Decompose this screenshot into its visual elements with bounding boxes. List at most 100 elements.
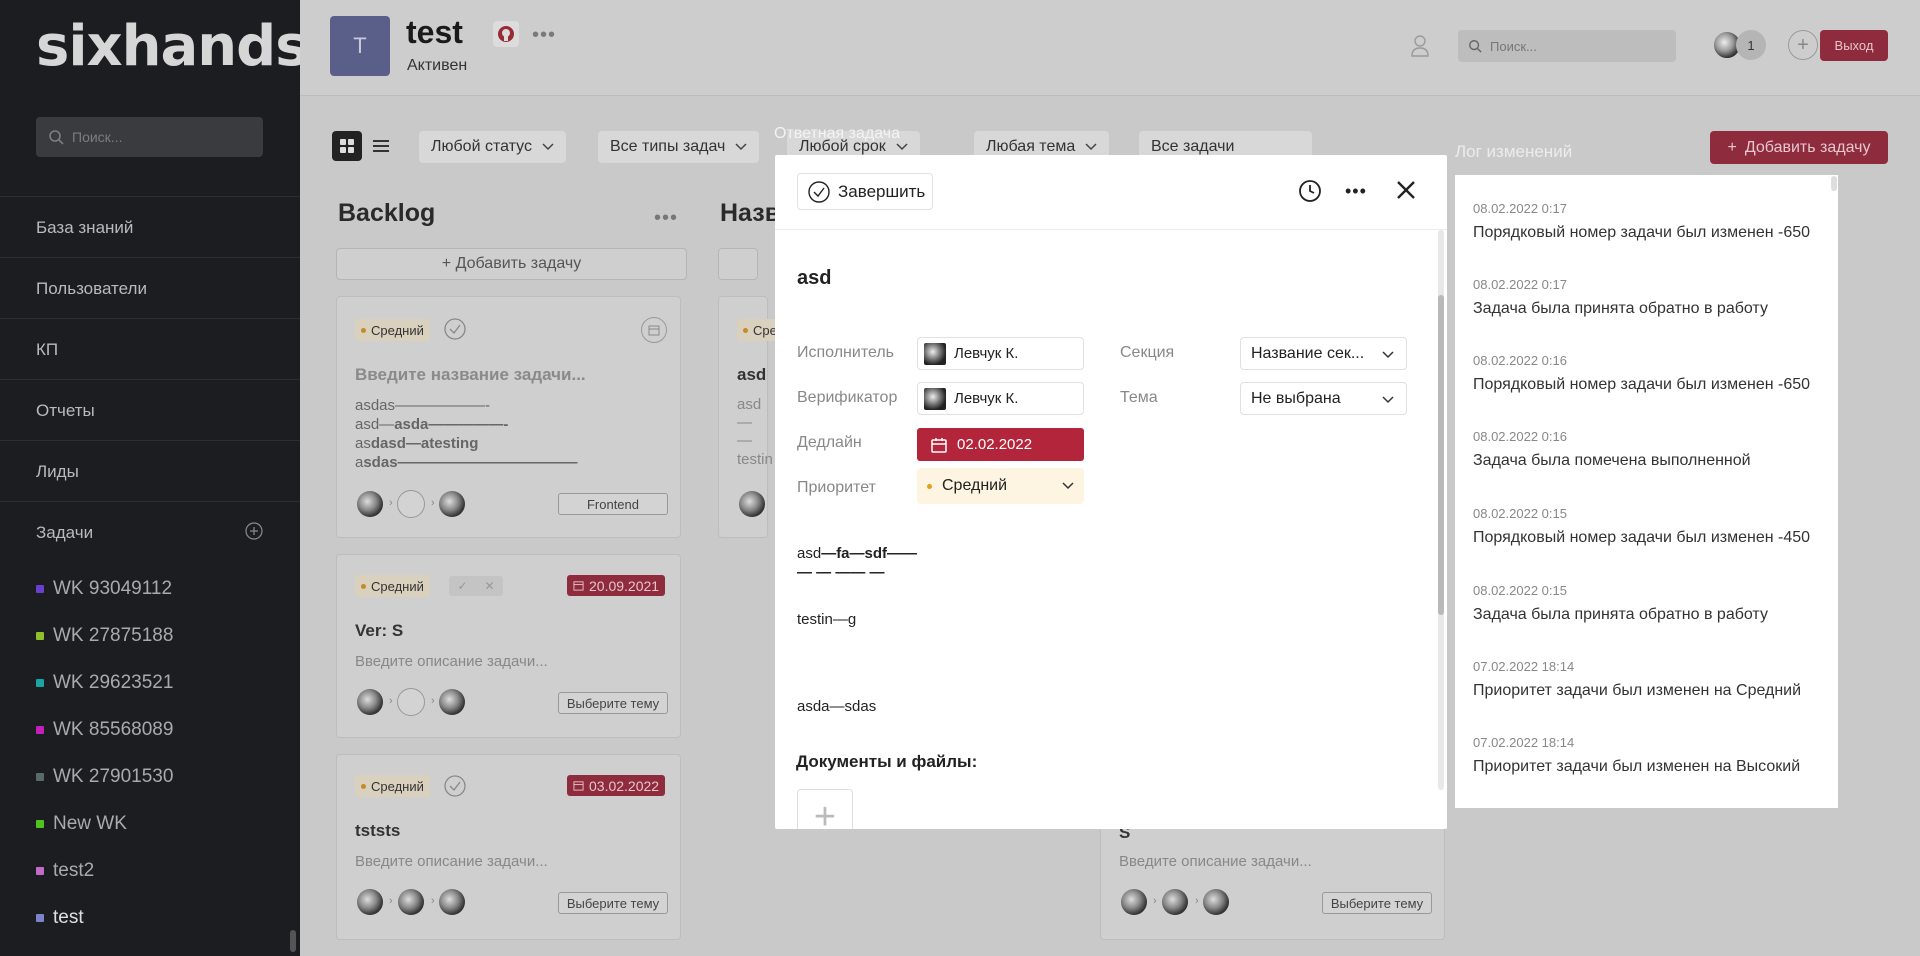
column-title: Backlog [338,199,436,227]
project-item[interactable]: New WK [36,813,127,835]
executor-select[interactable]: Левчук К. [917,337,1084,370]
close-icon[interactable] [1395,179,1417,201]
chevron-right-icon: › [431,497,435,509]
section-select[interactable]: Название сек... [1240,337,1407,370]
project-item[interactable]: WK 27875188 [36,625,173,647]
check-circle-icon[interactable] [444,318,466,340]
description-line: — — [737,414,752,449]
log-text: Приоритет задачи был изменен на Средний [1473,682,1802,699]
history-icon[interactable] [1298,179,1322,203]
project-item[interactable]: WK 93049112 [36,578,172,600]
task-card[interactable]: Средний Введите название задачи... asdas… [336,296,681,538]
log-scrollbar[interactable] [1831,176,1837,191]
theme-tag[interactable]: Выберите тему [558,892,668,914]
task-type-filter[interactable]: Все типы задач [598,131,760,163]
sidebar-item-reports[interactable]: Отчеты [36,401,95,421]
chevron-right-icon: › [431,695,435,707]
more-icon[interactable]: ••• [532,24,556,47]
priority-select[interactable]: Средний [917,468,1084,504]
log-text: Порядковый номер задачи был изменен -650 [1473,224,1811,241]
theme-tag[interactable]: Frontend [558,493,668,515]
logout-button[interactable]: Выход [1820,30,1888,61]
verify-actions[interactable]: ✓ ✕ [449,576,503,596]
description-line: asdasd—atesting [355,434,578,453]
add-project-icon[interactable] [245,522,263,540]
more-icon[interactable]: ••• [1345,181,1367,202]
deadline-label: Дедлайн [797,434,862,451]
sidebar-scrollbar[interactable] [290,930,296,952]
sidebar-search-input[interactable]: Поиск... [36,117,263,157]
description-line[interactable]: asda—sdas [797,698,876,715]
priority-dot [361,583,366,589]
avatar [439,491,465,517]
priority-label: Сре [753,322,777,338]
description-line[interactable]: asd—fa—sdf—— [797,545,917,562]
log-entry: 08.02.2022 0:16 Задача была помечена выпо… [1473,429,1751,470]
project-item[interactable]: WK 29623521 [36,672,173,694]
deadline-picker[interactable]: 02.02.2022 [917,428,1084,461]
modal-header: Завершить ••• [775,155,1447,230]
project-color-square [36,867,44,875]
sidebar-item-kp[interactable]: КП [36,340,58,360]
calendar-button[interactable] [641,317,667,343]
github-button[interactable] [493,21,519,47]
close-icon[interactable]: ✕ [484,579,494,593]
sidebar-item-users[interactable]: Пользователи [36,279,147,299]
chevron-right-icon: › [1153,895,1157,907]
project-name: test2 [53,860,95,881]
list-view-button[interactable] [366,131,396,161]
logo[interactable]: sixhands [36,14,309,79]
log-entry: 08.02.2022 0:17 Задача была принята обрат… [1473,277,1768,318]
column-add-task-button[interactable] [718,248,758,280]
sidebar-item-leads[interactable]: Лиды [36,462,79,482]
task-card[interactable]: Сре asd asd — — testin [718,296,783,538]
check-circle-icon [808,180,830,203]
add-file-button[interactable]: + [797,789,853,829]
divider [0,440,300,441]
theme-select[interactable]: Не выбрана [1240,382,1407,415]
avatar [924,342,946,365]
more-icon[interactable]: ••• [654,207,678,230]
divider [0,318,300,319]
description-line[interactable]: testin—g [797,611,856,628]
project-item-active[interactable]: test [36,907,84,929]
task-card[interactable]: Средний ✓ ✕ 20.09.2021 Ver: S Введите опи… [336,554,681,738]
column-add-task-button[interactable]: + Добавить задачу [336,248,687,280]
check-circle-icon[interactable] [444,775,466,797]
priority-badge: Средний [355,319,430,341]
grid-view-button[interactable] [332,131,362,161]
priority-dot [361,327,366,333]
chevron-down-icon [1382,396,1394,404]
log-date: 08.02.2022 0:16 [1473,353,1567,368]
check-icon[interactable]: ✓ [457,579,467,593]
status-filter[interactable]: Любой статус [419,131,566,163]
project-members[interactable]: 1 [1712,30,1766,60]
empty-avatar[interactable] [397,688,425,716]
project-item[interactable]: WK 27901530 [36,766,173,788]
avatar [357,889,383,915]
header-search-input[interactable]: Поиск... [1458,30,1676,62]
project-item[interactable]: WK 85568089 [36,719,173,741]
sidebar-item-knowledge-base[interactable]: База знаний [36,218,133,238]
verifier-select[interactable]: Левчук К. [917,382,1084,415]
description-line[interactable]: — — —— — [797,564,885,581]
log-date: 07.02.2022 18:14 [1473,659,1575,674]
task-card[interactable]: S Введите описание задачи... › › Выберит… [1100,810,1445,940]
user-icon[interactable] [1410,34,1430,58]
verifier-name: Левчук К. [954,390,1019,407]
finish-button[interactable]: Завершить [797,173,933,210]
add-task-button[interactable]: + Добавить задачу [1710,131,1888,164]
add-member-button[interactable]: + [1788,30,1818,60]
project-color-square [36,773,44,781]
modal-scrollbar-thumb[interactable] [1438,295,1444,615]
empty-avatar[interactable] [397,490,425,518]
task-card[interactable]: Средний 03.02.2022 tststs Введите описан… [336,754,681,940]
task-title[interactable]: asd [797,267,831,290]
project-name: WK 93049112 [53,578,173,599]
section-label: Секция [1120,344,1175,361]
theme-label: Тема [1120,389,1158,406]
project-item[interactable]: test2 [36,860,94,882]
theme-tag[interactable]: Выберите тему [558,692,668,714]
theme-tag[interactable]: Выберите тему [1322,892,1432,914]
sidebar-item-tasks[interactable]: Задачи [36,523,93,543]
